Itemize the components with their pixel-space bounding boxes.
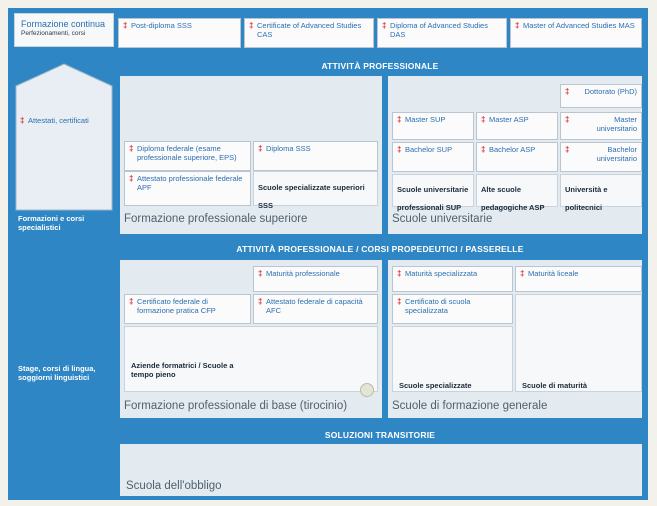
- cell-label: Attestato federale di capacità AFC: [266, 297, 363, 315]
- marker: ‡: [129, 144, 134, 153]
- cell-afc: ‡ Attestato federale di capacità AFC: [253, 294, 378, 324]
- marker: ‡: [382, 21, 387, 30]
- top-cell-cas: ‡ Certificate of Advanced Studies CAS: [244, 18, 374, 48]
- cell-label: Master ASP: [489, 115, 529, 124]
- cell-label: Attestato professionale federale APF: [137, 174, 243, 192]
- marker: ‡: [397, 115, 402, 124]
- cell-attestato-apf: ‡ Attestato professionale federale APF: [124, 171, 251, 206]
- cell-maturita-prof: ‡ Maturità professionale: [253, 266, 378, 292]
- col-label: Università e politecnici: [565, 185, 608, 212]
- marker: ‡: [565, 87, 570, 96]
- marker: ‡: [481, 115, 486, 124]
- cell-scuole-sss: Scuole specializzate superiori SSS: [253, 171, 378, 210]
- cell-maturita-liceale: ‡ Maturità liceale: [515, 266, 642, 292]
- cell-label: Certificato federale di formazione prati…: [137, 297, 216, 315]
- marker: ‡: [397, 145, 402, 154]
- cell-cfp: ‡ Certificato federale di formazione prat…: [124, 294, 251, 324]
- cell-label: Master universitario: [596, 115, 637, 133]
- cell-cert-spec: ‡ Certificato di scuola specializzata: [392, 294, 513, 324]
- top-cell-mas: ‡ Master of Advanced Studies MAS: [510, 18, 642, 48]
- obbligo-title: Scuola dell'obbligo: [126, 480, 222, 492]
- cell-scuole-spec: Scuole specializzate: [392, 326, 513, 392]
- cell-dottorato: ‡ Dottorato (PhD): [560, 84, 642, 108]
- marker: ‡: [397, 297, 402, 306]
- cell-master-sup: ‡ Master SUP: [392, 112, 474, 140]
- col-sup: Scuole universitarie professionali SUP: [392, 174, 474, 212]
- cell-label: Bachelor SUP: [405, 145, 453, 154]
- marker: ‡: [515, 21, 520, 30]
- cell-scuole-maturita: Scuole di maturità: [515, 294, 642, 392]
- formazioni-corsi-label: Formazioni e corsi specialistici: [18, 214, 85, 232]
- circle-mark: [360, 383, 374, 397]
- marker: ‡: [258, 269, 263, 278]
- perfezionamenti-label: Perfezionamenti, corsi: [21, 30, 86, 37]
- marker: ‡: [129, 297, 134, 306]
- band-attivita-corsi: ATTIVITÀ PROFESSIONALE / CORSI PROPEDEUT…: [236, 244, 524, 254]
- cell-label: Scuole specializzate superiori SSS: [258, 183, 365, 210]
- cell-bachelor-asp: ‡ Bachelor ASP: [476, 142, 558, 172]
- marker: ‡: [258, 144, 263, 153]
- marker: ‡: [481, 145, 486, 154]
- marker: ‡: [565, 145, 570, 154]
- cell-label: Maturità specializzata: [405, 269, 478, 278]
- cell-master-uni: ‡ Master universitario: [560, 112, 642, 140]
- formazione-continua-box: Formazione continua Perfezionamenti, cor…: [14, 13, 114, 47]
- band-attivita: ATTIVITÀ PROFESSIONALE: [321, 61, 439, 71]
- col-label: Alte scuole pedagogiche ASP: [481, 185, 545, 212]
- cell-label: Bachelor ASP: [489, 145, 536, 154]
- cell-label: Certificato di scuola specializzata: [405, 297, 471, 315]
- cell-bachelor-sup: ‡ Bachelor SUP: [392, 142, 474, 172]
- cell-label: Bachelor universitario: [596, 145, 637, 163]
- attestati-label: Attestati, certificati: [28, 116, 89, 125]
- universitarie-title: Scuole universitarie: [392, 213, 493, 225]
- cell-bachelor-uni: ‡ Bachelor universitario: [560, 142, 642, 172]
- cell-label: Master SUP: [405, 115, 446, 124]
- col-asp: Alte scuole pedagogiche ASP: [476, 174, 558, 212]
- marker: ‡: [258, 297, 263, 306]
- cell-maturita-spec: ‡ Maturità specializzata: [392, 266, 513, 292]
- cell-label: Diploma federale (esame professionale su…: [137, 144, 237, 162]
- marker: ‡: [397, 269, 402, 278]
- formazione-continua-label: Formazione continua: [21, 19, 106, 29]
- cell-esame-federale: ‡ Diploma federale (esame professionale s…: [124, 141, 251, 171]
- col-uni: Università e politecnici: [560, 174, 642, 212]
- generale-title: Scuole di formazione generale: [392, 400, 548, 412]
- cell-label: Aziende formatrici / Scuole a tempo pien…: [131, 361, 234, 379]
- cell-label: Dottorato (PhD): [584, 87, 637, 96]
- band-soluzioni: SOLUZIONI TRANSITORIE: [324, 430, 436, 440]
- cell-label: Maturità liceale: [528, 269, 579, 278]
- stage-label: Stage, corsi di lingua, soggiorni lingui…: [18, 364, 96, 382]
- cell-label: Diploma SSS: [266, 144, 311, 153]
- cell-aziende: Aziende formatrici / Scuole a tempo pien…: [124, 326, 378, 392]
- top-cell-label: Certificate of Advanced Studies CAS: [257, 21, 362, 39]
- attestati-marker: ‡: [20, 116, 25, 125]
- marker: ‡: [249, 21, 254, 30]
- cell-diploma-sss: ‡ Diploma SSS: [253, 141, 378, 171]
- top-cell-post-diploma: ‡ Post-diploma SSS: [118, 18, 241, 48]
- top-cell-label: Master of Advanced Studies MAS: [523, 21, 635, 30]
- cell-label: Scuole di maturità: [522, 381, 588, 390]
- top-cell-label: Post-diploma SSS: [131, 21, 192, 30]
- marker: ‡: [565, 115, 570, 124]
- cell-label: Maturità professionale: [266, 269, 340, 278]
- sidebar-arrow: [15, 63, 113, 211]
- col-label: Scuole universitarie professionali SUP: [397, 185, 469, 212]
- marker: ‡: [123, 21, 128, 30]
- marker: ‡: [129, 174, 134, 183]
- cell-master-asp: ‡ Master ASP: [476, 112, 558, 140]
- superiore-title: Formazione professionale superiore: [124, 213, 308, 225]
- base-title: Formazione professionale di base (tiroci…: [124, 400, 348, 412]
- top-cell-label: Diploma of Advanced Studies DAS: [390, 21, 488, 39]
- top-cell-das: ‡ Diploma of Advanced Studies DAS: [377, 18, 507, 48]
- marker: ‡: [520, 269, 525, 278]
- cell-label: Scuole specializzate: [399, 381, 472, 390]
